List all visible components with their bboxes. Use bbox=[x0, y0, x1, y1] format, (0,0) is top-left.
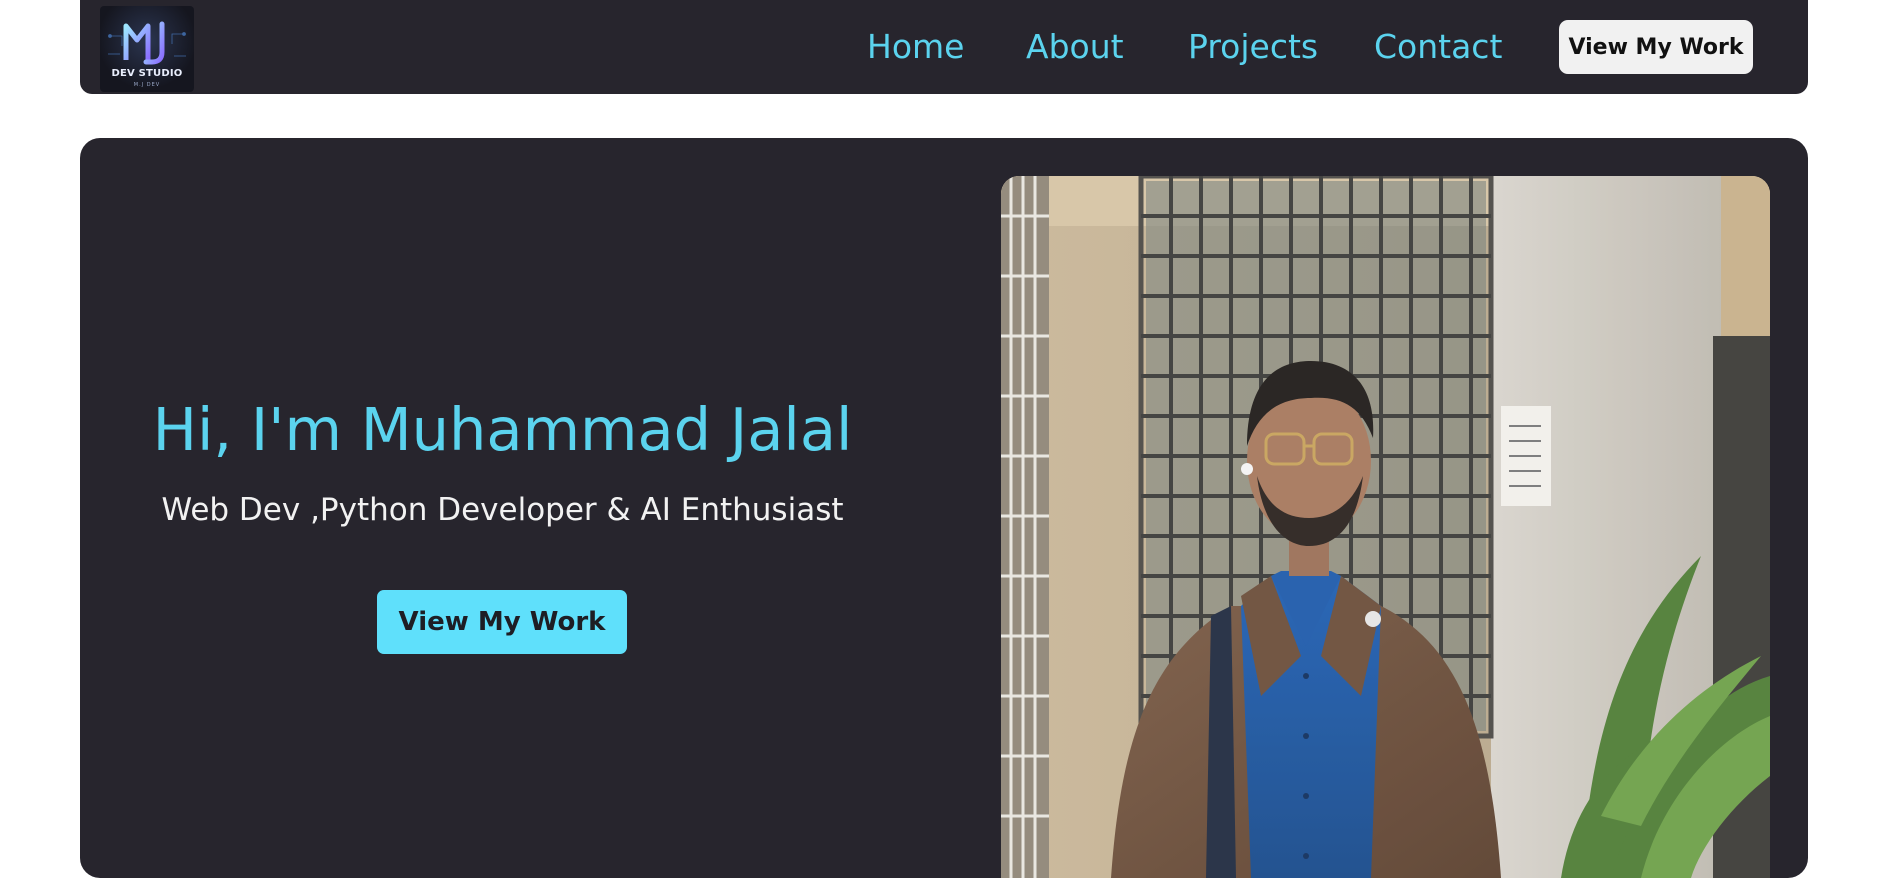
navbar: DEV STUDIO M.J DEV Home About Projects C… bbox=[80, 0, 1808, 94]
nav-links: Home About Projects Contact bbox=[80, 0, 1808, 94]
nav-link-projects[interactable]: Projects bbox=[1188, 27, 1318, 67]
profile-photo-image bbox=[1001, 176, 1770, 878]
hero-section: Hi, I'm Muhammad Jalal Web Dev ,Python D… bbox=[80, 138, 1808, 878]
profile-photo bbox=[1001, 176, 1770, 878]
nav-link-home[interactable]: Home bbox=[867, 27, 964, 67]
hero-view-work-button[interactable]: View My Work bbox=[377, 590, 627, 654]
nav-link-about[interactable]: About bbox=[1026, 27, 1124, 67]
nav-view-work-button[interactable]: View My Work bbox=[1559, 20, 1753, 74]
hero-subtitle: Web Dev ,Python Developer & AI Enthusias… bbox=[161, 492, 844, 528]
nav-link-contact[interactable]: Contact bbox=[1374, 27, 1502, 67]
hero-title: Hi, I'm Muhammad Jalal bbox=[152, 395, 853, 464]
